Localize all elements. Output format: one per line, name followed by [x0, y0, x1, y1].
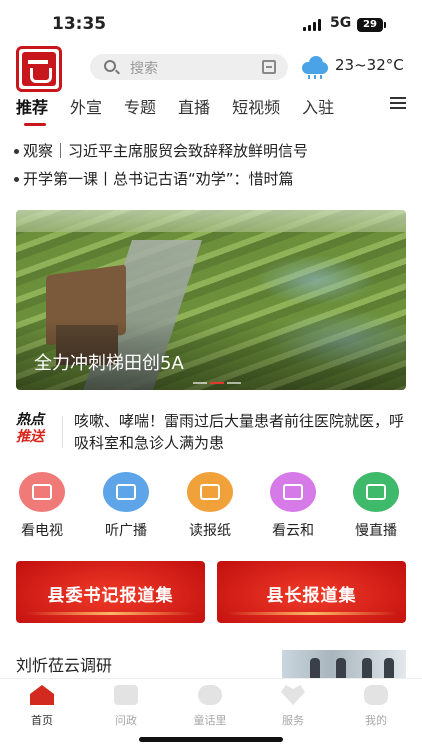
quick-link-slow-live[interactable]: 慢直播 [346, 472, 406, 540]
carousel-dot-active [210, 382, 224, 384]
tab-live[interactable]: 直播 [178, 92, 210, 122]
weather-temperature: 23~32°C [335, 56, 404, 74]
tv-icon [19, 472, 65, 512]
radio-icon [103, 472, 149, 512]
camera-icon [353, 472, 399, 512]
county-head-report-button[interactable]: 县长报道集 [217, 561, 406, 623]
quick-link-radio[interactable]: 听广播 [96, 472, 156, 540]
bullet-icon [14, 177, 19, 182]
rain-cloud-icon [302, 56, 328, 79]
tab-recommend[interactable]: 推荐 [16, 92, 48, 126]
weather-widget[interactable]: 23~32°C [302, 56, 404, 79]
heart-icon [281, 685, 305, 705]
network-type: 5G [330, 15, 352, 31]
home-icon [30, 685, 54, 705]
signal-icon [303, 19, 321, 31]
tab-join[interactable]: 入驻 [302, 92, 334, 122]
status-bar: 13:35 5G 29 [0, 0, 422, 44]
newspaper-icon [187, 472, 233, 512]
app-logo[interactable] [16, 46, 62, 92]
bullet-icon [14, 149, 19, 154]
quick-link-newspaper[interactable]: 读报纸 [180, 472, 240, 540]
nav-inquiry[interactable]: 问政 [96, 685, 156, 728]
search-icon [104, 60, 116, 72]
tab-publicity[interactable]: 外宣 [70, 92, 102, 122]
nav-home[interactable]: 首页 [12, 685, 72, 728]
carousel-indicator [193, 382, 241, 384]
quick-link-tv[interactable]: 看电视 [12, 472, 72, 540]
search-bar[interactable]: 搜索 [90, 54, 288, 80]
menu-icon[interactable] [390, 97, 406, 109]
headline-item[interactable]: 开学第一课丨总书记古语“劝学”：惜时篇 [14, 168, 414, 190]
nav-profile[interactable]: 我的 [346, 685, 406, 728]
search-placeholder: 搜索 [130, 61, 158, 77]
party-secretary-report-button[interactable]: 县委书记报道集 [16, 561, 205, 623]
cloud-icon [198, 685, 222, 705]
battery-icon: 29 [357, 18, 386, 32]
banner-carousel[interactable]: 全力冲刺梯田创5A [16, 210, 406, 390]
hot-news[interactable]: 热点 推送 咳嗽、哮喘！雷雨过后大量患者前往医院就医，呼吸科室和急诊人满为患 [16, 410, 406, 458]
carousel-dot [193, 382, 207, 384]
news-item-thumbnail[interactable] [282, 650, 406, 678]
carousel-dot [227, 382, 241, 384]
tab-short-video[interactable]: 短视频 [232, 92, 280, 122]
channel-tabs: 推荐 外宣 专题 直播 短视频 入驻 [16, 92, 376, 126]
headline-text: 观察｜习近平主席服贸会致辞释放鲜明信号 [23, 142, 309, 160]
status-time: 13:35 [52, 14, 107, 34]
quick-links: 看电视 听广播 读报纸 看云和 慢直播 [0, 472, 422, 542]
user-icon [364, 685, 388, 705]
news-item-title[interactable]: 刘忻莅云调研 [16, 652, 112, 676]
scan-icon[interactable] [262, 60, 276, 74]
nav-service[interactable]: 服务 [263, 685, 323, 728]
book-icon [114, 685, 138, 705]
headline-item[interactable]: 观察｜习近平主席服贸会致辞释放鲜明信号 [14, 140, 414, 162]
banner-caption: 全力冲刺梯田创5A [34, 353, 184, 374]
hot-news-text: 咳嗽、哮喘！雷雨过后大量患者前往医院就医，呼吸科室和急诊人满为患 [74, 412, 405, 452]
home-indicator[interactable] [139, 737, 283, 742]
nav-fairytale[interactable]: 童话里 [180, 685, 240, 728]
tab-topics[interactable]: 专题 [124, 92, 156, 122]
quick-link-yunhe[interactable]: 看云和 [263, 472, 323, 540]
headline-text: 开学第一课丨总书记古语“劝学”：惜时篇 [23, 170, 294, 188]
hot-news-badge: 热点 推送 [16, 412, 44, 445]
picture-icon [270, 472, 316, 512]
